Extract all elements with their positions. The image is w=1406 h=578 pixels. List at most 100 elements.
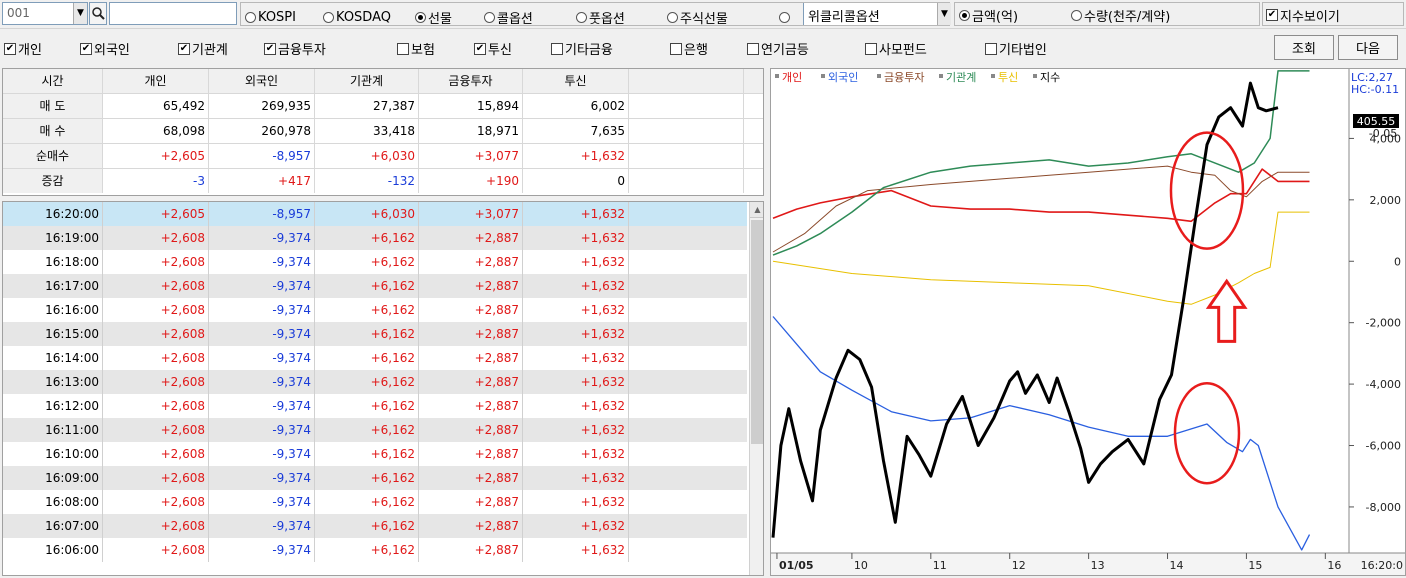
table-row[interactable]: 16:18:00 +2,608 -9,374 +6,162 +2,887 +1,632: [3, 250, 747, 274]
column-header: 시간: [3, 69, 103, 93]
checkbox-box: [985, 42, 997, 55]
name-input[interactable]: [109, 2, 237, 25]
time-cell: 16:09:00: [3, 466, 103, 490]
scroll-up-icon[interactable]: ▲: [750, 202, 763, 218]
time-cell: 16:13:00: [3, 370, 103, 394]
summary-cell: +417: [209, 169, 315, 193]
checkbox-box: [551, 42, 563, 55]
filter-checkbox[interactable]: ✔ 금융투자: [264, 39, 326, 58]
filter-checkbox[interactable]: 기타법인: [985, 39, 1047, 58]
x-end-label: 16:20:0: [1361, 559, 1403, 572]
radio-quantity[interactable]: 수량(천주/계약): [1071, 6, 1170, 25]
radio-dot: [484, 11, 495, 23]
time-cell: 16:19:00: [3, 226, 103, 250]
radio-put-option[interactable]: 풋옵션: [576, 8, 625, 27]
summary-row: 매 수 68,098 260,978 33,418 18,971 7,635: [3, 119, 763, 144]
search-button[interactable]: [89, 2, 107, 25]
row-label: 순매수: [3, 144, 103, 168]
value-cell: -9,374: [209, 250, 315, 274]
radio-futures[interactable]: 선물: [415, 8, 452, 27]
value-cell: -8,957: [209, 202, 315, 226]
value-cell: +2,608: [103, 250, 209, 274]
table-row[interactable]: 16:10:00 +2,608 -9,374 +6,162 +2,887 +1,632: [3, 442, 747, 466]
summary-row: 매 도 65,492 269,935 27,387 15,894 6,002: [3, 94, 763, 119]
radio-weekly[interactable]: [779, 8, 792, 26]
radio-stock-futures[interactable]: 주식선물: [667, 8, 728, 27]
show-index-group: ✔ 지수보이기: [1262, 2, 1404, 26]
value-cell: -9,374: [209, 298, 315, 322]
table-row[interactable]: 16:19:00 +2,608 -9,374 +6,162 +2,887 +1,632: [3, 226, 747, 250]
value-cell: -9,374: [209, 346, 315, 370]
value-cell: +2,887: [419, 466, 523, 490]
weekly-option-select[interactable]: 위클리콜옵션 ▼: [803, 3, 951, 25]
summary-cell: 7,635: [523, 119, 629, 143]
query-button[interactable]: 조회: [1274, 35, 1334, 60]
table-row[interactable]: 16:07:00 +2,608 -9,374 +6,162 +2,887 +1,632: [3, 514, 747, 538]
value-cell: +6,162: [315, 346, 419, 370]
checkbox-label: 금융투자: [278, 43, 326, 58]
table-row[interactable]: 16:15:00 +2,608 -9,374 +6,162 +2,887 +1,632: [3, 322, 747, 346]
filter-checkbox[interactable]: 기타금융: [551, 39, 613, 58]
radio-amount[interactable]: 금액(억): [959, 6, 1018, 25]
table-row[interactable]: 16:09:00 +2,608 -9,374 +6,162 +2,887 +1,632: [3, 466, 747, 490]
empty-cell: [629, 202, 744, 226]
filter-checkbox[interactable]: 사모펀드: [865, 39, 927, 58]
time-cell: 16:10:00: [3, 442, 103, 466]
unit-radio-group: 금액(억) 수량(천주/계약): [954, 2, 1260, 26]
table-row[interactable]: 16:13:00 +2,608 -9,374 +6,162 +2,887 +1,632: [3, 370, 747, 394]
show-index-checkbox[interactable]: ✔ 지수보이기: [1266, 6, 1340, 25]
column-header: 개인: [103, 69, 209, 93]
summary-cell: 68,098: [103, 119, 209, 143]
filter-checkbox[interactable]: ✔ 외국인: [80, 39, 130, 58]
radio-label: 선물: [428, 11, 452, 27]
series-line-개인: [772, 168, 1310, 223]
empty-cell: [629, 144, 744, 168]
value-cell: +2,887: [419, 442, 523, 466]
value-cell: +2,608: [103, 394, 209, 418]
time-cell: 16:06:00: [3, 538, 103, 562]
column-header: 금융투자: [419, 69, 523, 93]
table-row[interactable]: 16:12:00 +2,608 -9,374 +6,162 +2,887 +1,632: [3, 394, 747, 418]
radio-label: KOSDAQ: [336, 9, 391, 25]
filter-checkbox[interactable]: 보험: [397, 39, 435, 58]
table-row[interactable]: 16:17:00 +2,608 -9,374 +6,162 +2,887 +1,632: [3, 274, 747, 298]
table-row[interactable]: 16:20:00 +2,605 -8,957 +6,030 +3,077 +1,632: [3, 202, 747, 226]
chevron-down-icon[interactable]: ▼: [73, 3, 87, 24]
chevron-down-icon[interactable]: ▼: [937, 3, 951, 25]
filter-checkbox[interactable]: 연기금등: [747, 39, 809, 58]
next-button[interactable]: 다음: [1338, 35, 1398, 60]
scroll-thumb[interactable]: [751, 220, 763, 444]
value-cell: +6,162: [315, 226, 419, 250]
code-combo[interactable]: 001 ▼: [2, 2, 88, 25]
radio-dot: [323, 11, 334, 23]
radio-kosdaq[interactable]: KOSDAQ: [323, 8, 391, 26]
table-row[interactable]: 16:16:00 +2,608 -9,374 +6,162 +2,887 +1,632: [3, 298, 747, 322]
legend-label: 개인: [782, 71, 802, 84]
value-cell: -9,374: [209, 514, 315, 538]
radio-call-option[interactable]: 콜옵션: [484, 8, 533, 27]
legend-marker: [939, 74, 943, 78]
checkbox-label: 은행: [684, 43, 708, 58]
radio-kospi[interactable]: KOSPI: [245, 8, 296, 26]
value-cell: +1,632: [523, 442, 629, 466]
value-cell: -9,374: [209, 394, 315, 418]
time-cell: 16:14:00: [3, 346, 103, 370]
value-cell: +1,632: [523, 226, 629, 250]
filter-checkbox[interactable]: ✔ 기관계: [178, 39, 228, 58]
table-row[interactable]: 16:08:00 +2,608 -9,374 +6,162 +2,887 +1,632: [3, 490, 747, 514]
empty-cell: [629, 274, 744, 298]
filter-checkbox[interactable]: ✔ 개인: [4, 39, 42, 58]
value-cell: -9,374: [209, 322, 315, 346]
value-cell: +2,608: [103, 226, 209, 250]
table-row[interactable]: 16:14:00 +2,608 -9,374 +6,162 +2,887 +1,632: [3, 346, 747, 370]
vertical-scrollbar[interactable]: ▲: [749, 202, 763, 575]
table-row[interactable]: 16:11:00 +2,608 -9,374 +6,162 +2,887 +1,632: [3, 418, 747, 442]
legend-label: 투신: [998, 71, 1018, 84]
investor-filter-row: ✔ 개인 ✔ 외국인 ✔ 기관계 ✔ 금융투자 보험 ✔ 투신 기타금융 은행 연기금등 사모펀드 기타법인: [0, 30, 1406, 64]
value-cell: +2,608: [103, 298, 209, 322]
table-row[interactable]: 16:06:00 +2,608 -9,374 +6,162 +2,887 +1,632: [3, 538, 747, 562]
value-cell: +1,632: [523, 346, 629, 370]
filter-checkbox[interactable]: 은행: [670, 39, 708, 58]
filter-checkbox[interactable]: ✔ 투신: [474, 39, 512, 58]
annotation-ellipse: [1173, 381, 1241, 485]
